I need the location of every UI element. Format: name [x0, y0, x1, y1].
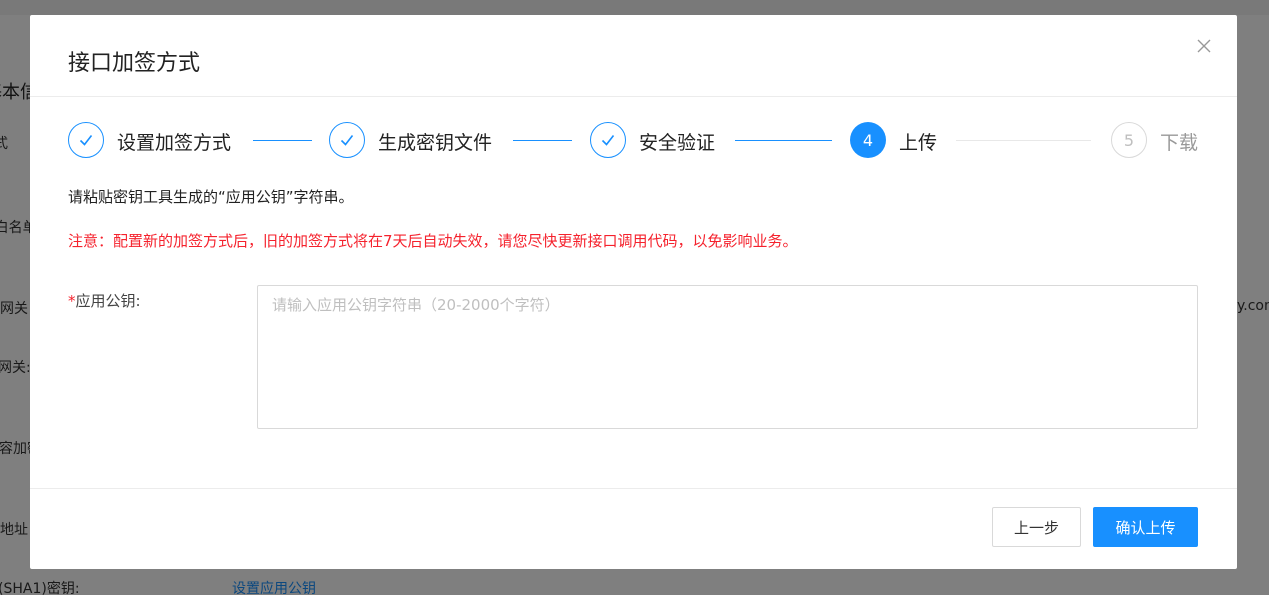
step-5-label: 下载	[1160, 132, 1199, 154]
step-connector	[735, 140, 832, 141]
step-5-number: 5	[1111, 122, 1147, 158]
sign-method-dialog: 接口加签方式 设置加签方式 生成密钥文件 安全验证 4 上传 5 下载 请粘贴密…	[30, 15, 1237, 569]
pubkey-label: *应用公钥:	[68, 290, 141, 311]
pubkey-label-text: 应用公钥:	[75, 292, 141, 310]
step-3-check-icon	[590, 122, 626, 158]
public-key-input[interactable]	[257, 285, 1198, 429]
previous-step-button[interactable]: 上一步	[992, 507, 1081, 547]
required-mark: *	[68, 292, 76, 310]
confirm-upload-button[interactable]: 确认上传	[1093, 507, 1198, 547]
step-connector	[513, 140, 572, 141]
step-2-check-icon	[329, 122, 365, 158]
step-connector	[956, 140, 1091, 141]
footer-divider	[30, 488, 1237, 489]
step-3-label: 安全验证	[639, 132, 716, 154]
dialog-title: 接口加签方式	[68, 51, 201, 76]
close-icon[interactable]	[1195, 37, 1213, 55]
step-4-label: 上传	[899, 132, 938, 154]
step-connector	[253, 140, 312, 141]
step-1-check-icon	[68, 122, 104, 158]
step-4-number: 4	[850, 122, 886, 158]
step-1-label: 设置加签方式	[117, 132, 232, 154]
instruction-text: 请粘贴密钥工具生成的“应用公钥”字符串。	[68, 188, 354, 206]
steps-bar: 设置加签方式 生成密钥文件 安全验证 4 上传 5 下载	[68, 120, 1200, 160]
step-2-label: 生成密钥文件	[378, 132, 493, 154]
warning-text: 注意：配置新的加签方式后，旧的加签方式将在7天后自动失效，请您尽快更新接口调用代…	[68, 232, 798, 250]
header-divider	[30, 96, 1237, 97]
